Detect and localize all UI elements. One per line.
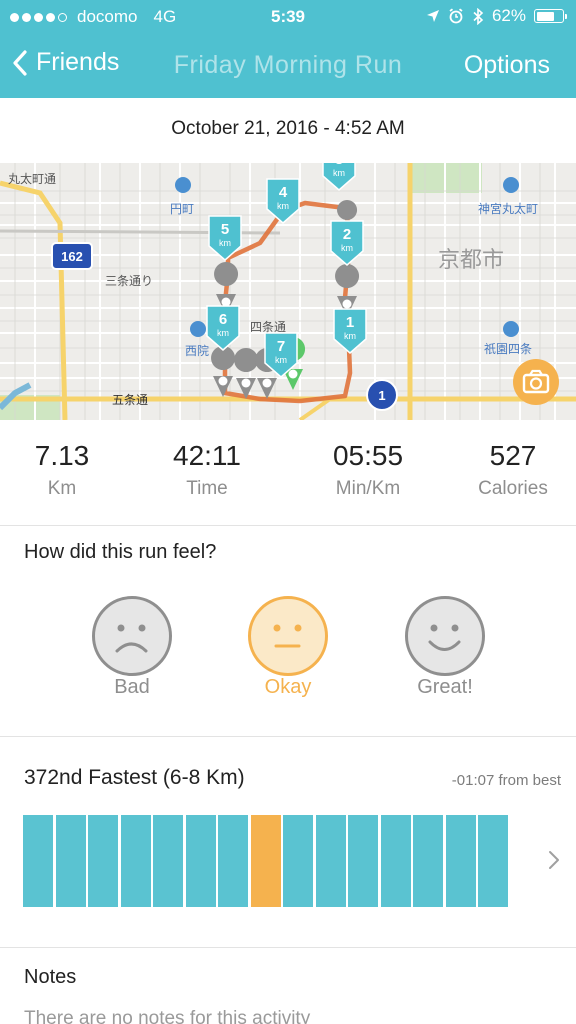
svg-text:5: 5 <box>221 221 229 238</box>
route-shield-1-label: 1 <box>378 388 385 403</box>
svg-text:2: 2 <box>343 226 351 243</box>
stat-value: 42:11 <box>173 440 241 471</box>
ranking-bar <box>153 815 183 907</box>
station-icon <box>503 177 519 193</box>
great-label: Great! <box>417 676 473 698</box>
map-canvas: 162 1 丸太町通 円町 神宮丸太町 京都市 三条通り 四条通 西院 祇園四条… <box>0 163 576 420</box>
stat-min-km: 05:55 Min/Km <box>293 440 443 500</box>
km-marker-1: 1km <box>333 308 367 354</box>
station-icon <box>190 321 206 337</box>
bad-label: Bad <box>114 676 150 698</box>
stat-value: 7.13 <box>34 440 90 471</box>
km-marker-6: 6km <box>206 305 240 351</box>
stats-row: 7.13 Km 42:11 Time 05:55 Min/Km 527 Calories <box>0 440 576 510</box>
ranking-bar <box>120 815 151 907</box>
km-marker-3: 3km <box>322 163 356 191</box>
ranking-bar <box>413 815 443 907</box>
okay-face-button[interactable] <box>248 596 328 676</box>
svg-text:km: km <box>333 168 345 178</box>
ranking-bar <box>55 815 86 907</box>
map-label: 神宮丸太町 <box>478 201 538 216</box>
bluetooth-icon <box>473 7 484 25</box>
location-arrow-icon <box>426 10 439 22</box>
notes-heading: Notes <box>24 966 77 988</box>
options-button[interactable]: Options <box>464 51 550 80</box>
happy-face-icon <box>428 624 461 651</box>
activity-date: October 21, 2016 - 4:52 AM <box>171 118 405 139</box>
ranking-bar <box>23 815 53 907</box>
ranking-bar <box>445 815 476 907</box>
top-bar: docomo 4G 5:39 62% Friends Friday Mornin… <box>0 0 576 98</box>
chevron-right-icon <box>549 851 559 869</box>
route-map[interactable]: 162 1 丸太町通 円町 神宮丸太町 京都市 三条通り 四条通 西院 祇園四条… <box>0 163 576 420</box>
nav-bar: Friends Friday Morning Run Options <box>0 34 576 98</box>
svg-text:1: 1 <box>346 314 354 331</box>
fastest-detail-button[interactable] <box>548 849 560 876</box>
great-face-button[interactable] <box>405 596 485 676</box>
status-right: 62% <box>426 6 567 26</box>
bad-face-button[interactable] <box>92 596 172 676</box>
map-label: 四条通 <box>250 320 286 334</box>
stat-label: Km <box>47 478 77 499</box>
stat-time: 42:11 Time <box>132 440 282 500</box>
station-icon <box>503 321 519 337</box>
svg-text:4: 4 <box>279 184 288 201</box>
divider <box>0 525 576 526</box>
route-shield-162-label: 162 <box>61 249 83 264</box>
svg-text:km: km <box>219 238 231 248</box>
km-marker-4: 4km <box>266 178 300 224</box>
svg-text:km: km <box>344 331 356 341</box>
divider <box>0 947 576 948</box>
map-label: 丸太町通 <box>8 171 56 186</box>
fastest-title: 372nd Fastest (6-8 Km) <box>24 766 245 789</box>
sad-face-icon <box>115 624 148 653</box>
map-label: 祇園四条 <box>484 342 532 356</box>
stat-value: 527 <box>489 440 537 471</box>
stat-km: 7.13 Km <box>0 440 137 500</box>
stat-value: 05:55 <box>332 440 404 471</box>
ranking-bar <box>348 815 378 907</box>
stat-label: Min/Km <box>335 478 401 499</box>
station-icon <box>175 177 191 193</box>
notes-text[interactable]: There are no notes for this activity <box>24 1008 310 1024</box>
svg-text:km: km <box>277 201 289 211</box>
map-label: 五条通 <box>112 393 148 407</box>
map-label: 西院 <box>185 344 209 358</box>
map-label: 京都市 <box>438 248 504 273</box>
svg-text:7: 7 <box>277 338 285 355</box>
ranking-bar <box>380 815 411 907</box>
svg-text:km: km <box>341 243 353 253</box>
stat-calories: 527 Calories <box>438 440 576 500</box>
okay-label: Okay <box>264 676 312 698</box>
map-label: 三条通り <box>105 274 153 288</box>
alarm-icon <box>449 8 463 24</box>
ranking-bar <box>185 815 216 907</box>
svg-text:6: 6 <box>219 311 227 328</box>
feel-question: How did this run feel? <box>24 541 217 563</box>
map-label: 円町 <box>170 202 194 216</box>
ranking-bars[interactable] <box>23 815 508 907</box>
battery-percent: 62% <box>491 6 526 25</box>
svg-text:km: km <box>275 355 287 365</box>
ranking-bar <box>88 815 118 907</box>
ranking-bar <box>315 815 346 907</box>
stat-label: Time <box>186 478 228 499</box>
km-marker-2: 2km <box>330 220 364 266</box>
status-bar: docomo 4G 5:39 62% <box>0 0 576 34</box>
battery-icon <box>534 9 567 23</box>
divider <box>0 736 576 737</box>
camera-icon <box>522 369 550 394</box>
ranking-bar <box>283 815 313 907</box>
stat-label: Calories <box>478 478 548 499</box>
ranking-bar <box>478 815 508 907</box>
neutral-face-icon <box>273 624 302 648</box>
ranking-bar <box>218 815 248 907</box>
fastest-subtitle: -01:07 from best <box>451 772 561 789</box>
svg-text:km: km <box>217 328 229 338</box>
ranking-bar-current <box>250 815 281 907</box>
camera-button[interactable] <box>513 359 559 405</box>
